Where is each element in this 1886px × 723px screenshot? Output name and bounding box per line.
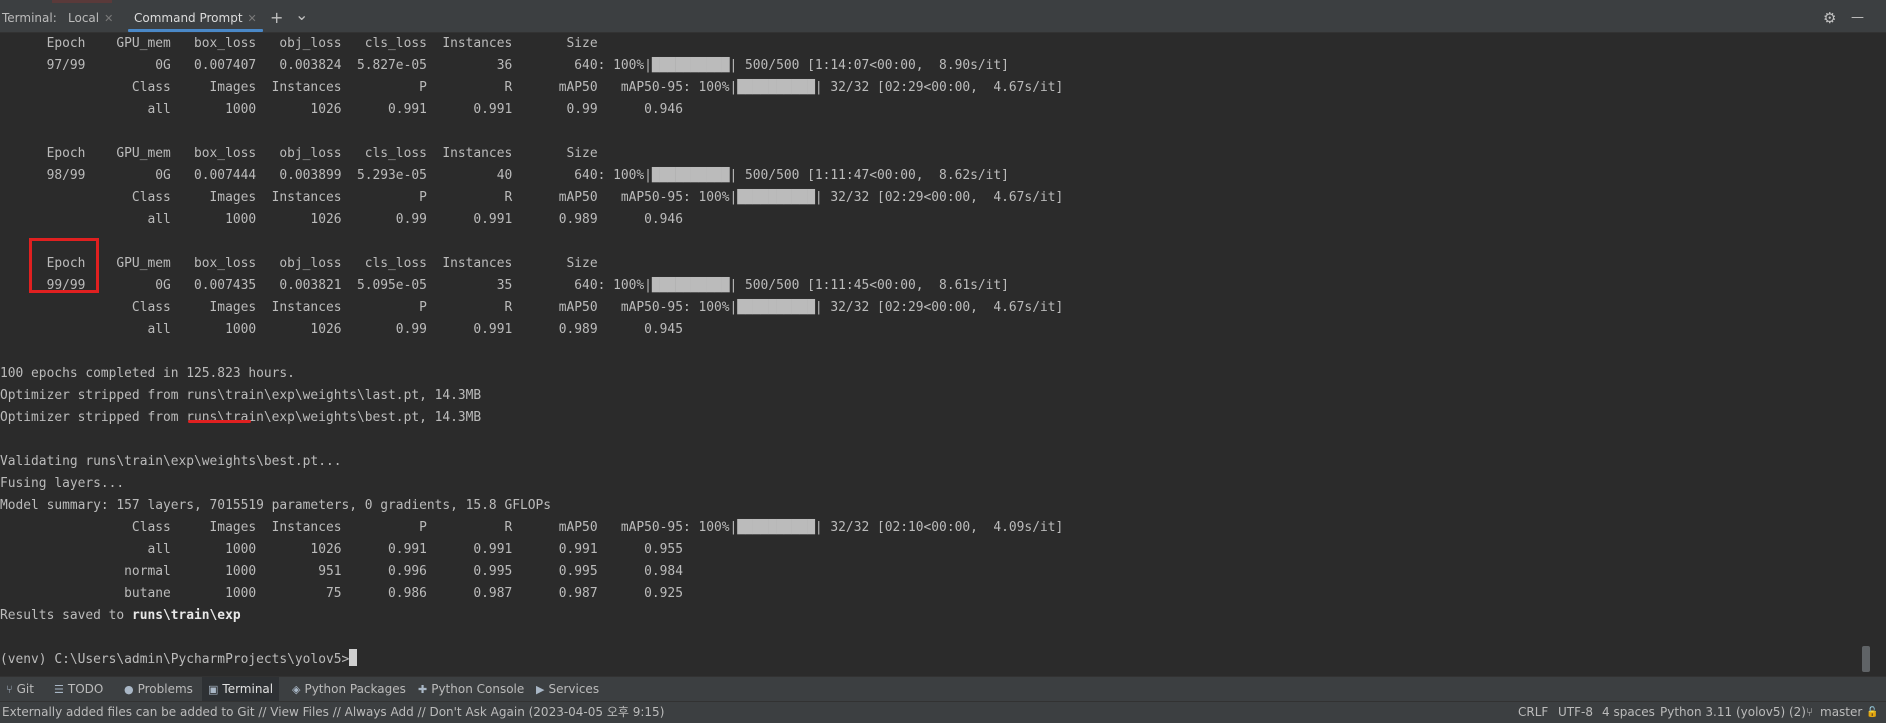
- packages-icon: ◈: [292, 683, 301, 696]
- highlight-underline: [188, 420, 251, 423]
- terminal-line: normal 1000 951 0.996 0.995 0.995 0.984: [0, 564, 683, 579]
- indent-setting[interactable]: 4 spaces: [1602, 702, 1655, 723]
- terminal-line: butane 1000 75 0.986 0.987 0.987 0.925: [0, 586, 683, 601]
- terminal-line: all 1000 1026 0.99 0.991 0.989 0.945: [0, 322, 683, 337]
- services-icon: ▶: [536, 683, 545, 696]
- file-encoding[interactable]: UTF-8: [1558, 702, 1593, 723]
- tab-label: Local: [68, 11, 100, 25]
- lock-icon[interactable]: 🔓: [1866, 702, 1878, 723]
- chevron-down-icon[interactable]: ⌄: [295, 1, 308, 29]
- tool-todo[interactable]: ☰ TODO: [48, 677, 109, 702]
- terminal-line: Class Images Instances P R mAP50 mAP50-9…: [0, 300, 1064, 315]
- add-tab-icon[interactable]: +: [270, 4, 283, 32]
- problems-icon: ●: [124, 683, 134, 696]
- terminal-lines: Epoch GPU_mem box_loss obj_loss cls_loss…: [0, 33, 1856, 605]
- tab-local[interactable]: Local ✕: [60, 4, 121, 32]
- tool-python-packages[interactable]: ◈ Python Packages: [286, 677, 412, 702]
- prompt-text: (venv) C:\Users\admin\PycharmProjects\yo…: [0, 652, 350, 667]
- results-line: Results saved to runs\train\exp: [0, 608, 241, 623]
- terminal-line: Fusing layers...: [0, 476, 125, 491]
- tool-window-bar: ⑂ Git ☰ TODO ● Problems ▣ Terminal ◈ Python P…: [0, 676, 1886, 702]
- tab-command-prompt[interactable]: Command Prompt ✕: [126, 4, 265, 32]
- terminal-line: Class Images Instances P R mAP50 mAP50-9…: [0, 520, 1064, 535]
- terminal-line: Epoch GPU_mem box_loss obj_loss cls_loss…: [0, 36, 598, 51]
- terminal-icon: ▣: [208, 683, 219, 696]
- line-separator[interactable]: CRLF: [1518, 702, 1548, 723]
- gear-icon[interactable]: ⚙: [1823, 4, 1836, 32]
- terminal-line: all 1000 1026 0.99 0.991 0.989 0.946: [0, 212, 683, 227]
- terminal-line: Class Images Instances P R mAP50 mAP50-9…: [0, 190, 1064, 205]
- highlight-box: [29, 238, 99, 293]
- terminal-line: Optimizer stripped from runs\train\exp\w…: [0, 388, 482, 403]
- terminal-line: all 1000 1026 0.991 0.991 0.991 0.955: [0, 542, 683, 557]
- tool-problems[interactable]: ● Problems: [118, 677, 199, 702]
- python-console-icon: ✚: [418, 683, 428, 696]
- terminal-line: 97/99 0G 0.007407 0.003824 5.827e-05 36 …: [0, 58, 1009, 73]
- prompt-line[interactable]: (venv) C:\Users\admin\PycharmProjects\yo…: [0, 649, 1856, 671]
- terminal-output[interactable]: Epoch GPU_mem box_loss obj_loss cls_loss…: [0, 33, 1856, 675]
- terminal-tab-bar: Terminal: Local ✕ Command Prompt ✕ + ⌄ ⚙ —: [0, 4, 1886, 33]
- python-interpreter[interactable]: Python 3.11 (yolov5) (2): [1660, 702, 1806, 723]
- minimize-icon[interactable]: —: [1851, 4, 1864, 32]
- status-message[interactable]: Externally added files can be added to G…: [2, 702, 664, 723]
- terminal-line: Validating runs\train\exp\weights\best.p…: [0, 454, 342, 469]
- terminal-line: Optimizer stripped from runs\train\exp\w…: [0, 410, 482, 425]
- terminal-line: 98/99 0G 0.007444 0.003899 5.293e-05 40 …: [0, 168, 1009, 183]
- tool-services[interactable]: ▶ Services: [530, 677, 605, 702]
- terminal-line: 100 epochs completed in 125.823 hours.: [0, 366, 295, 381]
- tab-label: Command Prompt: [134, 11, 243, 25]
- terminal-line: 99/99 0G 0.007435 0.003821 5.095e-05 35 …: [0, 278, 1009, 293]
- status-bar: Externally added files can be added to G…: [0, 701, 1886, 723]
- tool-git[interactable]: ⑂ Git: [0, 677, 40, 702]
- terminal-scrollbar[interactable]: [1862, 646, 1870, 672]
- close-icon[interactable]: ✕: [104, 12, 113, 25]
- terminal-line: Epoch GPU_mem box_loss obj_loss cls_loss…: [0, 146, 598, 161]
- terminal-line: all 1000 1026 0.991 0.991 0.99 0.946: [0, 102, 683, 117]
- terminal-label: Terminal:: [2, 11, 57, 25]
- results-path: runs\train\exp: [131, 608, 241, 623]
- branch-icon: ⑂: [6, 683, 13, 696]
- terminal-line: Epoch GPU_mem box_loss obj_loss cls_loss…: [0, 256, 598, 271]
- terminal-line: Class Images Instances P R mAP50 mAP50-9…: [0, 80, 1064, 95]
- tool-terminal[interactable]: ▣ Terminal: [202, 677, 280, 702]
- list-icon: ☰: [54, 683, 64, 696]
- tool-python-console[interactable]: ✚ Python Console: [412, 677, 530, 702]
- branch-icon: ⑂: [1806, 705, 1814, 719]
- close-icon[interactable]: ✕: [248, 12, 257, 25]
- terminal-line: Model summary: 157 layers, 7015519 param…: [0, 498, 552, 513]
- text-cursor: [349, 649, 358, 666]
- git-branch[interactable]: master: [1820, 702, 1862, 723]
